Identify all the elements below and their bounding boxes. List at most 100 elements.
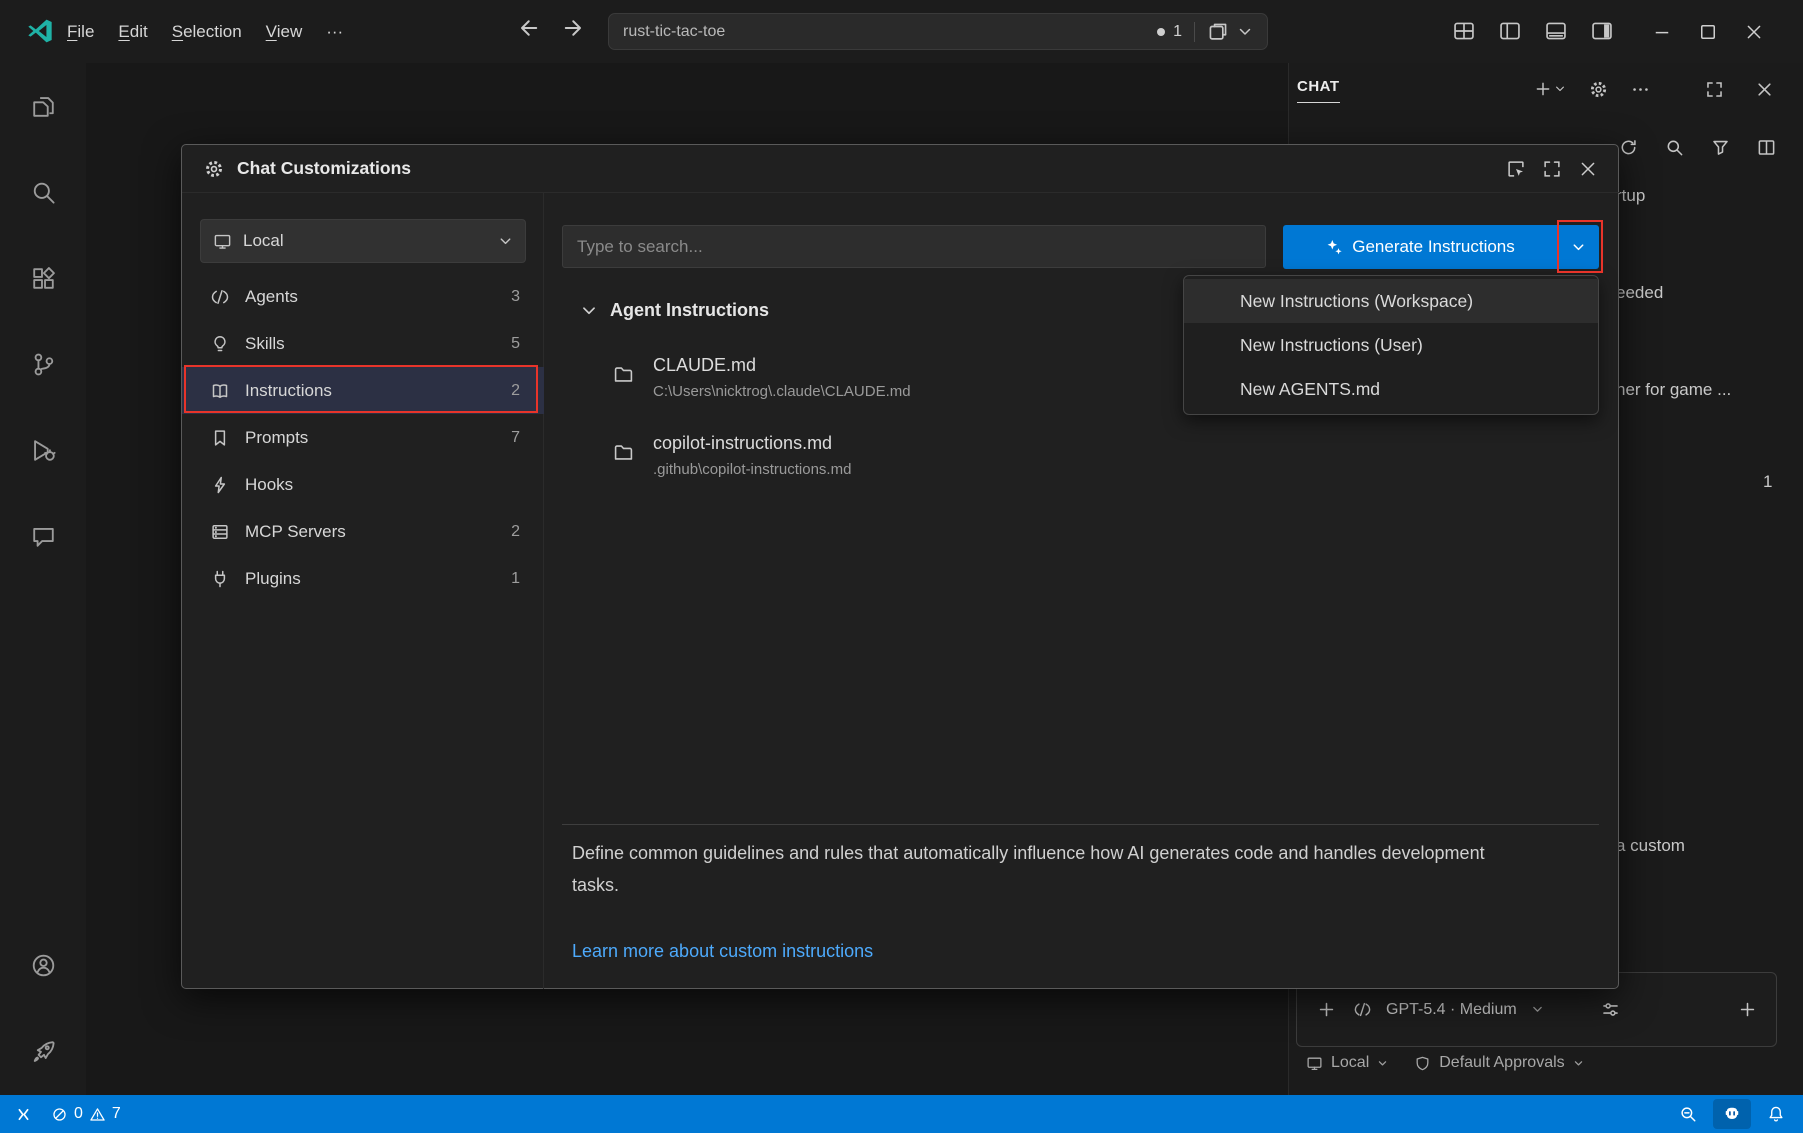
nav-back-icon[interactable] (516, 16, 540, 40)
instructions-description: Define common guidelines and rules that … (572, 838, 1532, 901)
command-center-text: rust-tic-tac-toe (623, 23, 725, 41)
instruction-file-row[interactable]: copilot-instructions.md .github\copilot-… (612, 433, 851, 478)
scope-picker[interactable]: Local (1306, 1054, 1388, 1072)
chat-clipped-text: a custom (1616, 836, 1685, 856)
instruction-file-row[interactable]: CLAUDE.md C:\Users\nicktrog\.claude\CLAU… (612, 355, 911, 400)
zoom-status-icon[interactable] (1669, 1099, 1707, 1129)
nav-item-hooks[interactable]: Hooks (182, 461, 544, 508)
menu-selection[interactable]: Selection (161, 17, 253, 47)
chat-clipped-text: eeded (1616, 283, 1663, 303)
scope-picker-label: Local (1331, 1054, 1369, 1072)
zap-icon (210, 475, 230, 495)
monitor-icon (1306, 1055, 1323, 1072)
chat-clipped-text: rtup (1616, 186, 1645, 206)
search-chats-icon[interactable] (1657, 130, 1691, 164)
problems-indicator[interactable]: 0 7 (51, 1105, 121, 1123)
generate-dropdown-menu: New Instructions (Workspace) New Instruc… (1183, 275, 1599, 415)
split-panel-icon[interactable] (1749, 130, 1783, 164)
nav-item-agents[interactable]: Agents3 (182, 273, 544, 320)
menu-item-new-agents-md[interactable]: New AGENTS.md (1184, 367, 1598, 411)
chevron-down-icon (498, 234, 513, 249)
dialog-search-input[interactable] (562, 225, 1266, 268)
activity-bar (0, 63, 86, 1095)
chat-settings-gear-icon[interactable] (1581, 72, 1615, 106)
menu-bar: File Edit Selection View ··· (56, 0, 354, 63)
scope-select[interactable]: Local (200, 219, 526, 263)
nav-forward-icon[interactable] (562, 16, 586, 40)
source-control-icon[interactable] (17, 338, 69, 390)
chat-clipped-text: ner for game ... (1616, 380, 1731, 400)
menu-view[interactable]: View (255, 17, 314, 47)
toggle-secondary-sidebar-icon[interactable] (1587, 16, 1617, 46)
chat-panel-tab[interactable]: CHAT (1297, 78, 1340, 103)
generate-instructions-dropdown[interactable] (1557, 225, 1599, 269)
search-icon[interactable] (17, 166, 69, 218)
dialog-header: Chat Customizations (182, 145, 1620, 193)
new-chat-button[interactable] (1527, 72, 1573, 106)
window-minimize-button[interactable] (1639, 0, 1685, 63)
agent-instructions-section-header[interactable]: Agent Instructions (580, 300, 769, 321)
chevron-down-icon (1573, 1058, 1584, 1069)
folder-icon (612, 363, 635, 400)
chat-sessions-icon[interactable] (1207, 21, 1229, 43)
menu-more[interactable]: ··· (315, 17, 354, 47)
toggle-panel-icon[interactable] (1541, 16, 1571, 46)
bell-icon[interactable] (1757, 1099, 1795, 1129)
panel-maximize-icon[interactable] (1697, 72, 1731, 106)
dialog-close-icon[interactable] (1570, 151, 1606, 187)
nav-item-skills[interactable]: Skills5 (182, 320, 544, 367)
dialog-maximize-icon[interactable] (1534, 151, 1570, 187)
window-close-button[interactable] (1731, 0, 1777, 63)
accounts-icon[interactable] (17, 939, 69, 991)
session-dot-icon (1157, 28, 1165, 36)
remote-indicator[interactable] (14, 1105, 33, 1124)
dialog-sidebar: Local Agents3 Skills5 Instructions2 Prom… (182, 193, 544, 989)
chevron-down-icon (1531, 1003, 1544, 1016)
nav-item-plugins[interactable]: Plugins1 (182, 555, 544, 602)
shield-icon (1414, 1055, 1431, 1072)
scope-select-label: Local (243, 231, 284, 251)
bookmark-icon (210, 428, 230, 448)
learn-more-link[interactable]: Learn more about custom instructions (572, 941, 873, 962)
nav-item-instructions[interactable]: Instructions2 (182, 367, 544, 414)
attach-context-icon[interactable] (1313, 993, 1339, 1027)
extensions-icon[interactable] (17, 252, 69, 304)
divider (1194, 22, 1195, 42)
approvals-picker[interactable]: Default Approvals (1414, 1054, 1583, 1072)
file-name: copilot-instructions.md (653, 433, 851, 454)
model-picker[interactable]: GPT-5.4 · Medium (1386, 1001, 1517, 1019)
toggle-primary-sidebar-icon[interactable] (1495, 16, 1525, 46)
command-center[interactable]: rust-tic-tac-toe 1 (608, 13, 1268, 50)
run-debug-icon[interactable] (17, 424, 69, 476)
menu-file[interactable]: File (56, 17, 105, 47)
open-in-editor-icon[interactable] (1498, 151, 1534, 187)
send-plus-icon[interactable] (1734, 993, 1760, 1027)
menu-item-new-instructions-workspace[interactable]: New Instructions (Workspace) (1184, 279, 1598, 323)
agent-mode-icon[interactable] (1353, 1000, 1372, 1019)
agents-icon (210, 287, 230, 307)
tools-sliders-icon[interactable] (1594, 993, 1628, 1027)
book-icon (210, 381, 230, 401)
customize-layout-icon[interactable] (1449, 16, 1479, 46)
window-maximize-button[interactable] (1685, 0, 1731, 63)
session-count: 1 (1173, 23, 1182, 41)
menu-edit[interactable]: Edit (107, 17, 158, 47)
copilot-status-icon[interactable] (1713, 1099, 1751, 1129)
error-count: 0 (74, 1105, 83, 1123)
chat-item-count-badge: 1 (1763, 472, 1772, 492)
rocket-icon[interactable] (17, 1025, 69, 1077)
filter-icon[interactable] (1703, 130, 1737, 164)
explorer-icon[interactable] (17, 80, 69, 132)
nav-item-mcp-servers[interactable]: MCP Servers2 (182, 508, 544, 555)
chat-customizations-dialog: Chat Customizations Local Agents3 Skills… (181, 144, 1619, 989)
chat-more-actions-icon[interactable] (1623, 72, 1657, 106)
nav-item-prompts[interactable]: Prompts7 (182, 414, 544, 461)
menu-item-new-instructions-user[interactable]: New Instructions (User) (1184, 323, 1598, 367)
generate-instructions-main[interactable]: Generate Instructions (1283, 225, 1557, 269)
chevron-down-icon[interactable] (1237, 24, 1253, 40)
warning-count: 7 (112, 1105, 121, 1123)
file-path: C:\Users\nicktrog\.claude\CLAUDE.md (653, 383, 911, 400)
panel-close-icon[interactable] (1747, 72, 1781, 106)
sparkle-icon (1325, 238, 1343, 256)
chat-icon[interactable] (17, 510, 69, 562)
